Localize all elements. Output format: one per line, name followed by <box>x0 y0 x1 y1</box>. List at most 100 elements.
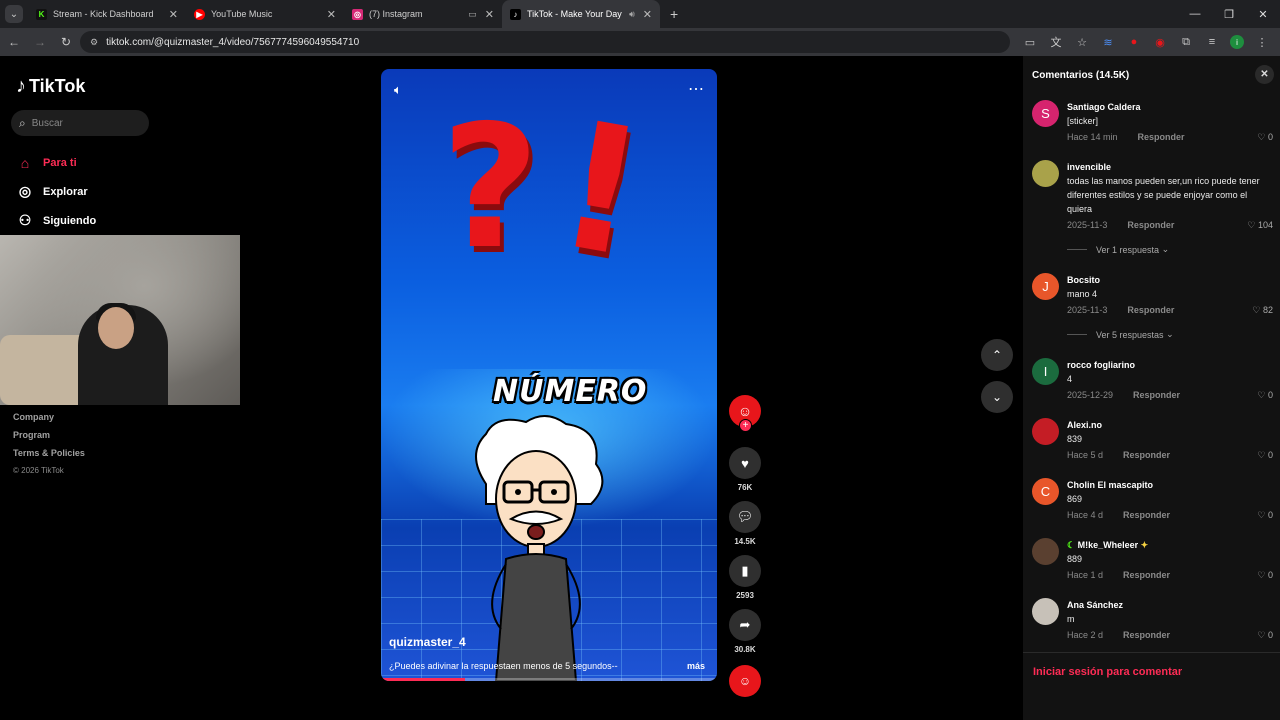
profile-avatar[interactable]: i <box>1230 35 1244 49</box>
comments-header: Comentarios (14.5K) ✕ <box>1023 56 1280 94</box>
browser-menu-icon[interactable]: ⋮ <box>1254 36 1270 49</box>
comment-author[interactable]: Ana Sánchez <box>1067 598 1273 612</box>
reply-button[interactable]: Responder <box>1123 627 1170 643</box>
close-icon[interactable]: ✕ <box>485 8 494 21</box>
avatar[interactable] <box>1032 418 1059 445</box>
comment-like-button[interactable]: ♡ 0 <box>1257 447 1273 463</box>
new-tab-button[interactable]: + <box>670 6 678 22</box>
video-author[interactable]: quizmaster_4 <box>389 635 466 649</box>
sidebar-item-para-ti[interactable]: ⌂ Para ti <box>16 148 96 177</box>
avatar[interactable]: S <box>1032 100 1059 127</box>
comment-author[interactable]: invencible <box>1067 160 1273 174</box>
avatar[interactable]: I <box>1032 358 1059 385</box>
restore-icon[interactable]: ❐ <box>1212 0 1246 28</box>
avatar[interactable]: J <box>1032 273 1059 300</box>
view-replies-button[interactable]: Ver 1 respuesta ⌄ <box>1067 244 1169 255</box>
caption-more-button[interactable]: más <box>687 661 705 671</box>
reply-button[interactable]: Responder <box>1127 302 1174 318</box>
avatar[interactable] <box>1032 160 1059 187</box>
comment-button[interactable]: 💬︎ <box>729 501 761 533</box>
sidebar-item-siguiendo[interactable]: ⚇ Siguiendo <box>16 206 96 235</box>
comment-like-count: 0 <box>1267 390 1273 400</box>
reply-button[interactable]: Responder <box>1123 507 1170 523</box>
comment-like-button[interactable]: ♡ 0 <box>1257 567 1273 583</box>
sidebar-item-explorar[interactable]: ◎ Explorar <box>16 177 96 206</box>
comment-time: 2025-11-3 <box>1067 305 1108 315</box>
search-box[interactable]: ⌕ <box>11 110 149 136</box>
footer-link-terms[interactable]: Terms & Policies <box>13 448 85 466</box>
media-controls-icon[interactable]: ≡ <box>1204 36 1220 48</box>
tiktok-logo[interactable]: ♪ TikTok <box>16 75 85 98</box>
footer-link-company[interactable]: Company <box>13 412 85 430</box>
extension-record-icon[interactable]: ◉ <box>1152 36 1168 49</box>
audio-playing-icon[interactable]: 🔊︎ <box>629 9 635 20</box>
comment-like-button[interactable]: ♡ 0 <box>1257 129 1273 145</box>
cast-icon[interactable]: ▭ <box>1022 36 1038 49</box>
view-replies-button[interactable]: Ver 5 respuestas ⌄ <box>1067 329 1174 340</box>
address-bar[interactable]: ⚙ tiktok.com/@quizmaster_4/video/7567774… <box>80 31 1010 53</box>
comment-author[interactable]: Bocsito <box>1067 273 1273 287</box>
author-avatar[interactable]: ☺ + <box>729 395 761 432</box>
video-player[interactable]: 🔈︎ ⋯ ? ! NÚMERO quizmaster_4 ¿Puedes adi… <box>381 69 717 681</box>
extension-audio-icon[interactable]: ≋ <box>1100 36 1116 49</box>
share-icon: ➦ <box>739 617 751 632</box>
sparkle-icon: ✦ <box>1140 540 1149 550</box>
forward-icon[interactable]: → <box>28 35 52 49</box>
tab-youtube-music[interactable]: ▶ YouTube Music ✕ <box>186 0 344 28</box>
comment-author[interactable]: rocco fogliarino <box>1067 358 1273 372</box>
comment-author[interactable]: Cholin El mascapito <box>1067 478 1273 492</box>
comment-like-button[interactable]: ♡ 82 <box>1252 302 1273 318</box>
badge-icon: ☾ <box>1067 540 1076 550</box>
tab-kick[interactable]: K Stream - Kick Dashboard ✕ <box>28 0 186 28</box>
more-options-icon[interactable]: ⋯ <box>688 79 704 99</box>
tab-search-button[interactable]: ⌄ <box>0 0 28 28</box>
close-icon[interactable]: ✕ <box>643 8 652 21</box>
tiktok-note-icon: ♪ <box>16 75 26 97</box>
comment-like-button[interactable]: ♡ 0 <box>1257 507 1273 523</box>
share-button[interactable]: ➦ <box>729 609 761 641</box>
site-info-icon[interactable]: ⚙ <box>90 37 98 48</box>
extension-red-icon[interactable]: ● <box>1126 36 1142 48</box>
save-count: 2593 <box>736 591 754 600</box>
close-window-icon[interactable]: ✕ <box>1246 0 1280 28</box>
comment-icon: 💬︎ <box>736 509 754 524</box>
login-to-comment-button[interactable]: Iniciar sesión para comentar <box>1033 666 1182 678</box>
minimize-icon[interactable]: — <box>1178 0 1212 28</box>
footer-link-program[interactable]: Program <box>13 430 85 448</box>
translate-icon[interactable]: 文 <box>1048 34 1064 50</box>
sidebar-item-label: Siguiendo <box>43 214 97 227</box>
previous-video-button[interactable]: ⌃ <box>981 339 1013 371</box>
comment-author[interactable]: Santiago Caldera <box>1067 100 1273 114</box>
music-disc[interactable]: ☺ <box>729 665 761 697</box>
tab-tiktok[interactable]: ♪ TikTok - Make Your Day 🔊︎ ✕ <box>502 0 660 28</box>
save-button[interactable]: ▮ <box>729 555 761 587</box>
bookmark-star-icon[interactable]: ☆ <box>1074 36 1090 49</box>
tab-instagram[interactable]: ◎ (7) Instagram ▭ ✕ <box>344 0 502 28</box>
reply-button[interactable]: Responder <box>1123 447 1170 463</box>
comment-author[interactable]: ☾ M!ke_Wheleer ✦ <box>1067 538 1273 552</box>
reply-button[interactable]: Responder <box>1133 387 1180 403</box>
home-icon: ⌂ <box>20 154 30 171</box>
close-comments-button[interactable]: ✕ <box>1255 65 1274 84</box>
back-icon[interactable]: ← <box>2 35 26 49</box>
comment-like-button[interactable]: ♡ 0 <box>1257 387 1273 403</box>
reload-icon[interactable]: ↻ <box>54 35 78 49</box>
avatar[interactable] <box>1032 538 1059 565</box>
volume-icon[interactable]: 🔈︎ <box>394 82 402 98</box>
reply-button[interactable]: Responder <box>1138 129 1185 145</box>
like-button[interactable]: ♥ <box>729 447 761 479</box>
follow-plus-icon[interactable]: + <box>739 419 752 432</box>
extensions-puzzle-icon[interactable]: ⧉ <box>1178 36 1194 49</box>
reply-button[interactable]: Responder <box>1127 217 1174 233</box>
next-video-button[interactable]: ⌄ <box>981 381 1013 413</box>
search-input[interactable] <box>31 117 132 129</box>
reply-button[interactable]: Responder <box>1123 567 1170 583</box>
comment-like-button[interactable]: ♡ 0 <box>1257 627 1273 643</box>
comment-author[interactable]: Alexi.no <box>1067 418 1273 432</box>
close-icon[interactable]: ✕ <box>169 8 178 21</box>
comment-like-button[interactable]: ♡ 104 <box>1247 217 1273 233</box>
avatar[interactable] <box>1032 598 1059 625</box>
avatar[interactable]: C <box>1032 478 1059 505</box>
video-progress-bar[interactable] <box>381 678 717 681</box>
close-icon[interactable]: ✕ <box>327 8 336 21</box>
